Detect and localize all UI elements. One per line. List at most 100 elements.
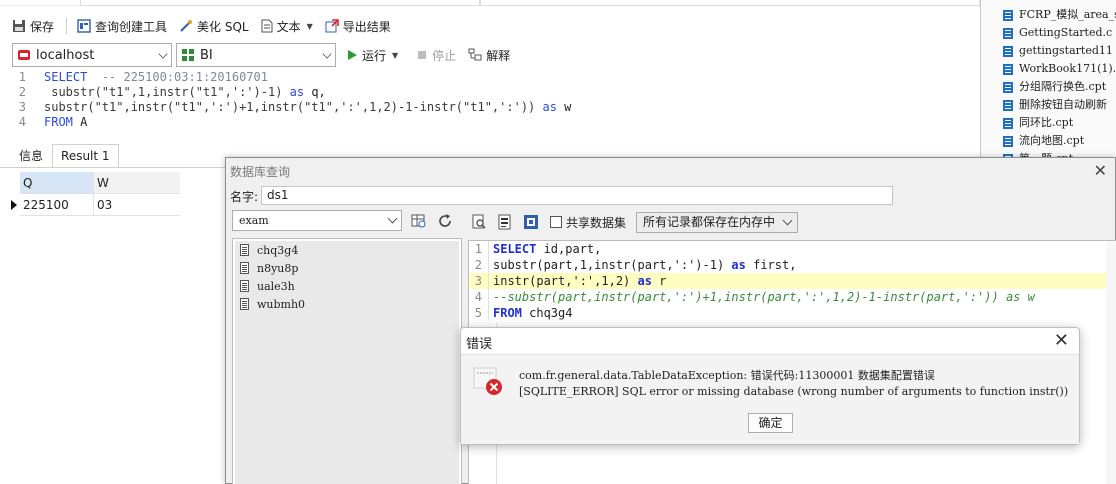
dropdown-arrow-icon: ▼ xyxy=(392,50,399,60)
file-icon xyxy=(1003,99,1013,111)
list-item[interactable]: 流向地图.cpt xyxy=(981,132,1116,150)
database-select[interactable]: BI xyxy=(176,43,336,67)
column-header-q[interactable]: Q xyxy=(20,172,94,194)
list-item[interactable]: chq3g4 xyxy=(235,241,459,259)
text-dropdown-button[interactable]: 文本 ▼ xyxy=(261,18,313,35)
main-toolbar: 保存 查询创建工具 美化 SQL 文本 ▼ 导出结果 xyxy=(0,12,980,40)
export-results-label: 导出结果 xyxy=(342,19,391,34)
error-message: com.fr.general.data.TableDataException: … xyxy=(519,369,935,382)
query-builder-label: 查询创建工具 xyxy=(95,19,168,34)
result-tabs: 信息 Result 1 xyxy=(10,144,119,168)
code-line: 4 FROM A xyxy=(18,115,88,129)
file-icon xyxy=(1003,81,1013,93)
scrollbar[interactable] xyxy=(1106,241,1116,484)
ok-button[interactable]: 确定 xyxy=(748,413,793,433)
connection-bar: localhost BI 运行 ▼ 停止 解释 xyxy=(0,42,980,68)
error-detail: [SQLITE_ERROR] SQL error or missing data… xyxy=(519,385,1069,398)
chevron-down-icon xyxy=(387,213,398,224)
explain-icon xyxy=(468,48,482,61)
grid-cell[interactable]: 03 xyxy=(94,194,180,216)
code-line: 3 substr("t1",instr("t1",':')+1,instr("t1… xyxy=(18,100,572,114)
memory-mode-select[interactable]: 所有记录都保存在内存中 xyxy=(636,211,799,233)
database-icon xyxy=(182,49,194,61)
beautify-sql-label: 美化 SQL xyxy=(197,19,249,34)
preview-icon[interactable] xyxy=(468,211,490,233)
result-grid: Q W 225100 03 xyxy=(8,172,180,216)
server-icon xyxy=(18,50,30,60)
error-icon xyxy=(473,367,502,395)
memory-mode-value: 所有记录都保存在内存中 xyxy=(643,214,776,229)
table-row[interactable]: 225100 03 xyxy=(8,194,180,216)
chevron-down-icon xyxy=(782,215,793,225)
file-icon xyxy=(1003,9,1013,21)
query-builder-icon xyxy=(77,19,91,33)
save-button[interactable]: 保存 xyxy=(12,18,54,35)
dropdown-arrow-icon: ▼ xyxy=(306,21,313,31)
share-dataset-checkbox[interactable] xyxy=(550,216,562,228)
refresh-icon[interactable] xyxy=(434,211,456,231)
tab-divider xyxy=(0,167,230,168)
file-icon xyxy=(1003,135,1013,147)
close-icon[interactable]: ✕ xyxy=(1054,330,1069,351)
save-label: 保存 xyxy=(30,19,55,34)
list-item[interactable]: wubmh0 xyxy=(235,295,459,313)
list-item[interactable]: uale3h xyxy=(235,277,459,295)
magic-wand-icon xyxy=(180,20,193,32)
chevron-down-icon xyxy=(322,49,332,59)
parameter-icon[interactable] xyxy=(520,211,542,233)
tab-info[interactable]: 信息 xyxy=(10,144,52,168)
error-dialog-title: 错误 xyxy=(466,337,493,352)
export-icon xyxy=(325,19,339,33)
connection-select[interactable]: localhost xyxy=(12,43,172,67)
stop-button[interactable]: 停止 xyxy=(416,47,456,64)
code-line: 4 --substr(part,instr(part,':')+1,instr(p… xyxy=(469,289,1116,305)
close-icon[interactable]: ✕ xyxy=(1094,161,1107,180)
save-icon xyxy=(13,20,25,32)
list-item[interactable]: gettingstarted11 xyxy=(981,42,1116,60)
schema-panel: exam chq3g4 n8yu8p uale3h wubmh0 xyxy=(230,210,462,484)
file-icon xyxy=(1003,117,1013,129)
query-builder-button[interactable]: 查询创建工具 xyxy=(77,18,167,35)
table-icon xyxy=(240,262,249,274)
document-icon xyxy=(261,19,273,33)
dialog-title: 数据库查询 xyxy=(230,165,291,179)
table-filter-icon[interactable] xyxy=(408,211,430,231)
explain-label: 解释 xyxy=(486,48,511,63)
code-line: 2 substr("t1",1,instr("t1",':')-1) as q, xyxy=(18,85,326,99)
code-line: 1 SELECT -- 225100:03:1:20160701 xyxy=(18,70,268,84)
code-line: 2 substr(part,1,instr(part,':')-1) as fir… xyxy=(469,257,1116,273)
grid-header-row: Q W xyxy=(8,172,180,194)
run-button[interactable]: 运行 ▼ xyxy=(346,47,398,64)
top-field xyxy=(480,0,980,6)
error-dialog-body: com.fr.general.data.TableDataException: … xyxy=(461,354,1079,444)
sql-editor[interactable]: 1 SELECT -- 225100:03:1:20160701 2 substr… xyxy=(0,70,980,140)
table-icon xyxy=(240,280,249,292)
file-icon xyxy=(1003,27,1013,39)
database-value: BI xyxy=(200,47,213,63)
table-list: chq3g4 n8yu8p uale3h wubmh0 xyxy=(232,238,462,484)
code-line: 1 SELECT id,part, xyxy=(469,241,1116,257)
file-list-panel: FCRP_模拟_area_s GettingStarted.c gettings… xyxy=(980,0,1116,160)
dataset-name-input[interactable]: ds1 xyxy=(261,186,893,205)
list-item[interactable]: 同环比.cpt xyxy=(981,114,1116,132)
list-item[interactable]: GettingStarted.c xyxy=(981,24,1116,42)
name-label: 名字: xyxy=(230,190,259,204)
list-item[interactable]: 分组隔行换色.cpt xyxy=(981,78,1116,96)
grid-cell[interactable]: 225100 xyxy=(20,194,94,216)
list-item[interactable]: 删除按钮自动刷新 xyxy=(981,96,1116,114)
beautify-sql-button[interactable]: 美化 SQL xyxy=(179,18,249,35)
list-item[interactable]: FCRP_模拟_area_s xyxy=(981,6,1116,24)
tab-result-1[interactable]: Result 1 xyxy=(52,144,119,168)
query-toolbar: 共享数据集 所有记录都保存在内存中 xyxy=(468,211,799,233)
export-results-button[interactable]: 导出结果 xyxy=(325,18,391,35)
explain-button[interactable]: 解释 xyxy=(468,47,510,64)
list-item[interactable]: n8yu8p xyxy=(235,259,459,277)
schema-select[interactable]: exam xyxy=(232,210,402,231)
list-item[interactable]: WorkBook171(1).c xyxy=(981,60,1116,78)
row-pointer-icon xyxy=(8,194,20,216)
sql-icon[interactable] xyxy=(494,211,516,233)
play-icon xyxy=(348,50,357,60)
table-icon xyxy=(240,298,249,310)
column-header-w[interactable]: W xyxy=(94,172,180,194)
stop-icon xyxy=(418,51,427,59)
